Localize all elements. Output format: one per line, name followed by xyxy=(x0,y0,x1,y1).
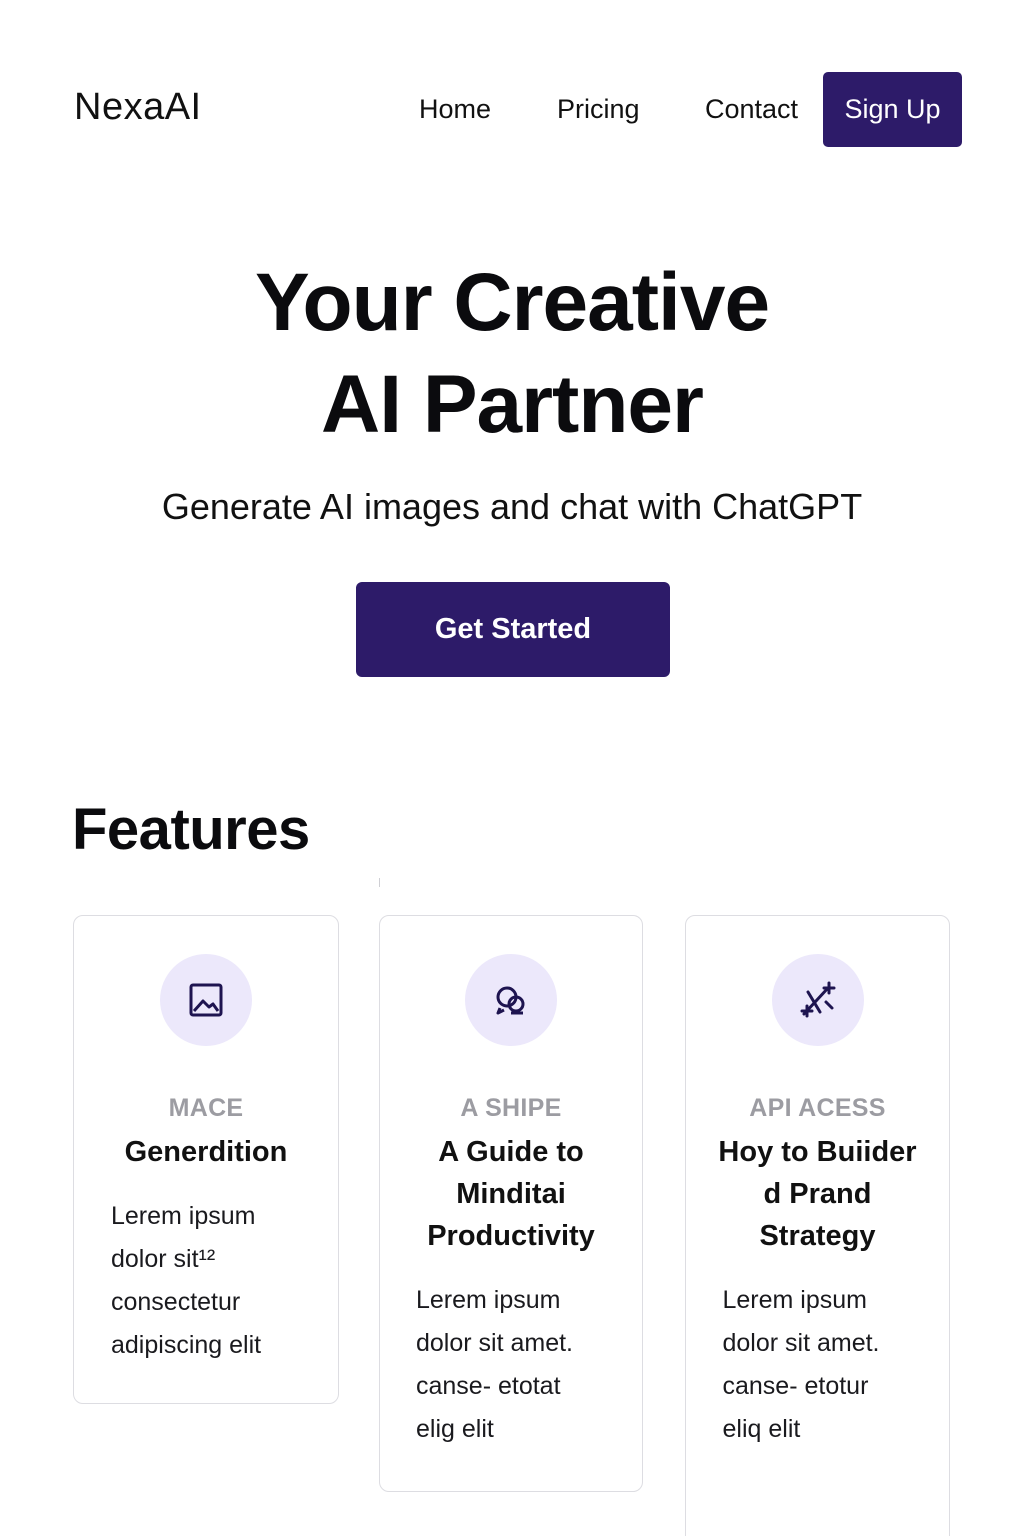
feature-icon-badge xyxy=(160,954,252,1046)
feature-card-3[interactable]: API ACESS Hoy to Buiider d Prand Strateg… xyxy=(685,915,950,1536)
feature-tag: MACE xyxy=(168,1094,244,1122)
landing-page: NexaAI Home Pricing Contact Sign Up Your… xyxy=(0,0,1024,1536)
hero-title-line-1: Your Creative xyxy=(254,257,770,348)
sparkle-icon xyxy=(800,981,835,1018)
nav-pricing-link[interactable]: Pricing xyxy=(557,94,640,125)
divider-tick xyxy=(379,878,380,887)
feature-description: Lerem ipsum dolor sit¹² consectetur adip… xyxy=(111,1202,262,1359)
feature-title: A Guide to Minditai Productivity xyxy=(427,1136,595,1252)
image-icon xyxy=(189,983,223,1017)
feature-description: Lerem ipsum dolor sit amet. canse- etotu… xyxy=(722,1286,880,1443)
feature-icon-badge xyxy=(771,954,864,1046)
nav-home-link[interactable]: Home xyxy=(419,94,491,125)
feature-card-2[interactable]: A SHIPE A Guide to Minditai Productivity… xyxy=(379,915,643,1492)
feature-title: Generdition xyxy=(124,1136,288,1168)
chat-icon xyxy=(496,986,525,1015)
hero-title: Your Creative AI Partner xyxy=(0,252,1024,456)
sign-up-button[interactable]: Sign Up xyxy=(823,72,962,147)
feature-description: Lerem ipsum dolor sit amet. canse- etota… xyxy=(416,1286,574,1443)
feature-tag: API ACESS xyxy=(749,1094,886,1122)
nav-contact-link[interactable]: Contact xyxy=(705,94,798,125)
hero-title-line-2: AI Partner xyxy=(321,359,704,450)
features-heading: Features xyxy=(72,797,310,862)
feature-card-1[interactable]: MACE Generdition Lerem ipsum dolor sit¹²… xyxy=(73,915,339,1404)
get-started-button[interactable]: Get Started xyxy=(356,582,670,677)
feature-icon-badge xyxy=(465,954,557,1046)
feature-tag: A SHIPE xyxy=(460,1094,562,1122)
feature-title: Hoy to Buiider d Prand Strategy xyxy=(718,1136,917,1252)
hero-subtitle: Generate AI images and chat with ChatGPT xyxy=(161,486,863,527)
top-nav: Home Pricing Contact Sign Up xyxy=(0,72,1024,148)
